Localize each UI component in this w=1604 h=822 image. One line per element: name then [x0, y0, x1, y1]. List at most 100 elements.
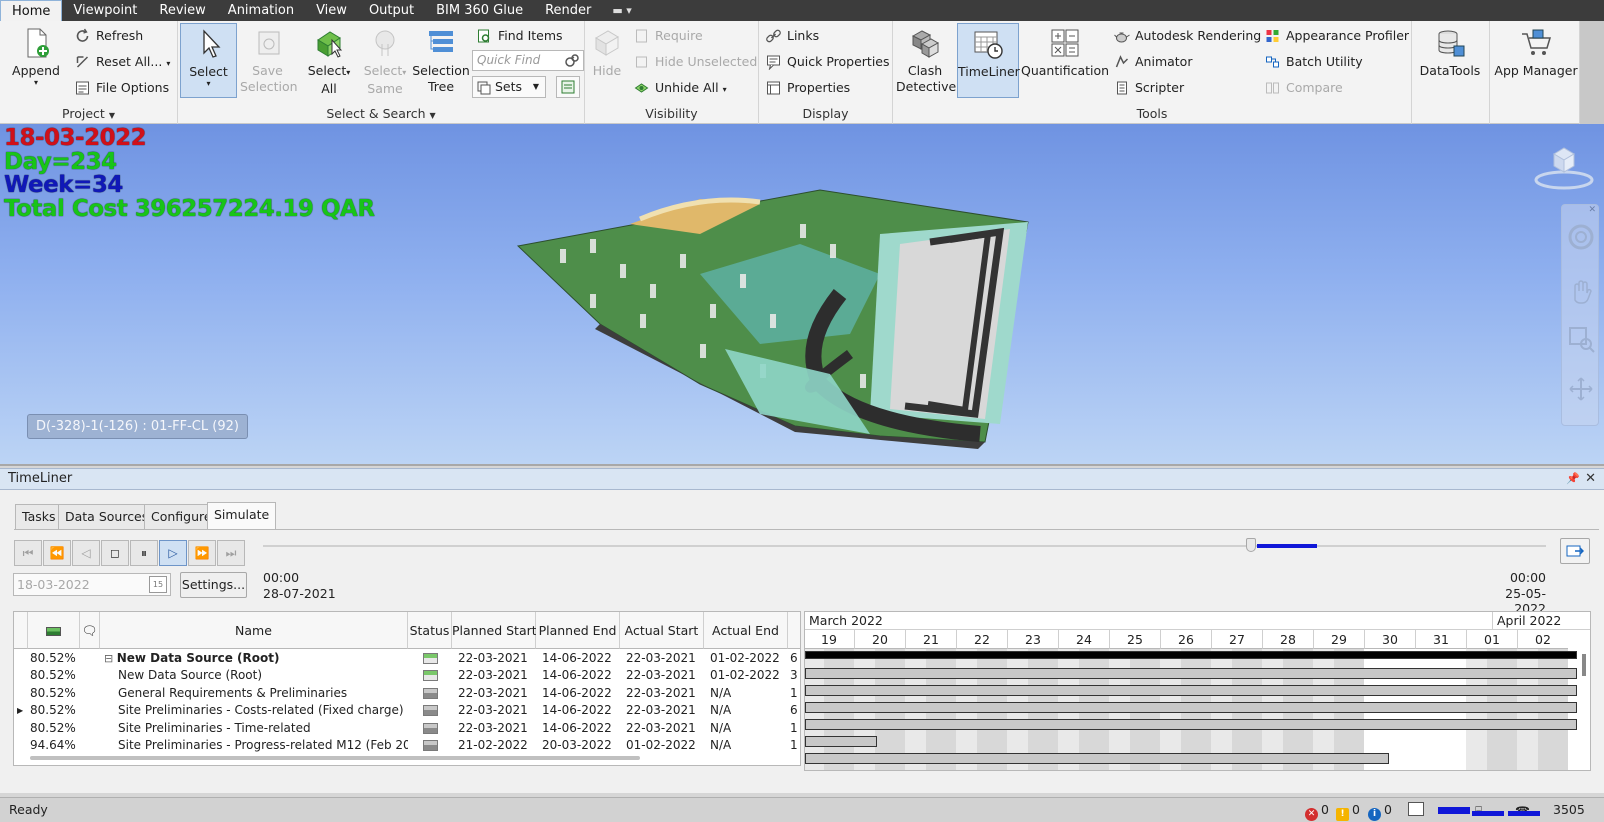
- table-row[interactable]: 80.52% ⊟ New Data Source (Root) 22-03-2021…: [14, 650, 800, 667]
- select-same-button[interactable]: Select▾ Same: [360, 23, 410, 98]
- progress-column-header[interactable]: [28, 612, 80, 649]
- gantt-task-bar[interactable]: [805, 719, 1577, 730]
- menu-view[interactable]: View: [305, 0, 358, 21]
- gantt-task-bar[interactable]: [805, 753, 1389, 764]
- hide-unselected-button[interactable]: Hide Unselected: [631, 51, 757, 73]
- error-count[interactable]: ✕ 0: [1305, 798, 1329, 822]
- reverse-play-button[interactable]: ◁: [72, 540, 100, 566]
- menu-render[interactable]: Render: [534, 0, 602, 21]
- manage-sets-button[interactable]: [556, 76, 580, 98]
- tab-data-sources[interactable]: Data Sources: [58, 504, 156, 529]
- extra-column-header[interactable]: [788, 612, 800, 649]
- simulation-date-input[interactable]: 18-03-2022 15: [13, 573, 171, 596]
- autodesk-rendering-button[interactable]: Autodesk Rendering: [1111, 25, 1261, 47]
- datatools-button[interactable]: DataTools: [1417, 23, 1483, 98]
- scripter-button[interactable]: Scripter: [1111, 77, 1184, 99]
- 3d-viewport[interactable]: 18-03-2022 Day=234 Week=34 Total Cost 39…: [0, 124, 1604, 466]
- animator-button[interactable]: Animator: [1111, 51, 1192, 73]
- properties-button[interactable]: Properties: [763, 77, 850, 99]
- forward-to-end-button[interactable]: ⏭: [217, 540, 245, 566]
- require-button[interactable]: Require: [631, 25, 703, 47]
- rewind-to-start-button[interactable]: ⏮: [14, 540, 42, 566]
- refresh-button[interactable]: Refresh: [72, 25, 143, 47]
- sets-icon: [477, 81, 491, 95]
- save-selection-button[interactable]: Save Selection: [240, 23, 298, 98]
- gantt-task-bar[interactable]: [805, 685, 1577, 696]
- gantt-task-bar[interactable]: [805, 668, 1577, 679]
- pause-button[interactable]: ⏸: [130, 540, 158, 566]
- table-row[interactable]: 80.52% New Data Source (Root) 22-03-2021 14…: [14, 667, 800, 684]
- clash-detective-button[interactable]: Clash Detective: [896, 23, 956, 98]
- task-grid-horizontal-scrollbar[interactable]: [30, 756, 640, 760]
- simulation-slider-thumb[interactable]: [1245, 538, 1256, 552]
- viewcube-icon[interactable]: [1534, 140, 1594, 190]
- unhide-all-button[interactable]: Unhide All ▾: [631, 77, 727, 99]
- planned-start-column-header[interactable]: Planned Start: [452, 612, 537, 649]
- step-forward-button[interactable]: ⏩: [188, 540, 216, 566]
- steering-wheel-icon[interactable]: [1567, 223, 1595, 251]
- gantt-vertical-scrollbar[interactable]: [1582, 654, 1586, 676]
- menu-home[interactable]: Home: [0, 0, 63, 21]
- sets-dropdown[interactable]: Sets ▼: [472, 76, 546, 98]
- actual-end-column-header[interactable]: Actual End: [704, 612, 788, 649]
- orbit-icon[interactable]: [1567, 375, 1595, 403]
- file-options-button[interactable]: File Options: [72, 77, 169, 99]
- pin-icon[interactable]: 📌: [1566, 469, 1580, 489]
- select-search-group-label[interactable]: Select & Search ▼: [178, 106, 584, 122]
- menu-animation[interactable]: Animation: [217, 0, 305, 21]
- quick-properties-button[interactable]: Quick Properties: [763, 51, 890, 73]
- tab-tasks[interactable]: Tasks: [15, 504, 63, 529]
- sheet-browser-icon[interactable]: [1408, 802, 1424, 816]
- planned-end-column-header[interactable]: Planned End: [536, 612, 620, 649]
- warning-count[interactable]: ! 0: [1336, 798, 1360, 822]
- menu-output[interactable]: Output: [358, 0, 425, 21]
- comments-column-header[interactable]: 🗨: [80, 612, 100, 649]
- select-button[interactable]: Select ▾: [180, 23, 237, 98]
- project-group-label[interactable]: Project ▼: [0, 106, 177, 122]
- hide-button[interactable]: Hide: [588, 23, 626, 98]
- play-button[interactable]: ▷: [159, 540, 187, 566]
- app-manager-button[interactable]: App Manager: [1494, 23, 1578, 98]
- binoculars-icon[interactable]: [564, 52, 580, 68]
- menu-bim360glue[interactable]: BIM 360 Glue: [425, 0, 534, 21]
- timeliner-button[interactable]: TimeLiner: [957, 23, 1020, 98]
- table-row[interactable]: 94.64% Site Preliminaries - Progress-rela…: [14, 737, 800, 754]
- compare-button[interactable]: Compare: [1262, 77, 1343, 99]
- actual-start-column-header[interactable]: Actual Start: [620, 612, 704, 649]
- tab-simulate[interactable]: Simulate: [207, 502, 277, 530]
- info-count[interactable]: i0: [1368, 798, 1392, 822]
- navbar-close-icon[interactable]: ✕: [1588, 205, 1596, 215]
- menu-viewpoint[interactable]: Viewpoint: [62, 0, 148, 21]
- timeliner-close-icon[interactable]: ✕: [1585, 469, 1596, 489]
- appearance-profiler-button[interactable]: Appearance Profiler: [1262, 25, 1409, 47]
- simulation-slider-track[interactable]: [263, 545, 1546, 547]
- settings-button[interactable]: Settings...: [180, 572, 247, 598]
- select-all-button[interactable]: Select▾ All: [303, 23, 355, 98]
- status-column-header[interactable]: Status: [408, 612, 452, 649]
- links-button[interactable]: Links: [763, 25, 819, 47]
- visibility-group-label: Visibility: [645, 106, 698, 121]
- quantification-button[interactable]: Quantification: [1021, 23, 1109, 98]
- export-animation-button[interactable]: [1560, 538, 1590, 564]
- append-button[interactable]: Append ▾: [6, 23, 66, 98]
- selection-tree-button[interactable]: Selection Tree: [411, 23, 471, 98]
- collapse-toggle-icon[interactable]: ⊟: [100, 652, 117, 665]
- gantt-task-bar[interactable]: [805, 736, 877, 747]
- gantt-task-bar[interactable]: [805, 702, 1577, 713]
- table-row[interactable]: 80.52% General Requirements & Preliminari…: [14, 685, 800, 702]
- calendar-icon[interactable]: 15: [149, 576, 167, 593]
- stop-button[interactable]: ◻: [101, 540, 129, 566]
- find-items-button[interactable]: Find Items: [474, 25, 563, 47]
- pan-hand-icon[interactable]: [1567, 277, 1595, 305]
- zoom-window-icon[interactable]: [1567, 325, 1595, 353]
- gantt-task-bar[interactable]: [805, 770, 1029, 771]
- quick-access-dropdown-icon[interactable]: ▬ ▾: [602, 0, 641, 21]
- name-column-header[interactable]: Name: [100, 612, 408, 649]
- table-row[interactable]: 80.52% Site Preliminaries - Time-related 2…: [14, 720, 800, 737]
- batch-utility-button[interactable]: Batch Utility: [1262, 51, 1363, 73]
- gantt-summary-bar[interactable]: [805, 651, 1577, 659]
- table-row[interactable]: ▶ 80.52% Site Preliminaries - Costs-relate…: [14, 702, 800, 719]
- step-back-button[interactable]: ⏪: [43, 540, 71, 566]
- menu-review[interactable]: Review: [148, 0, 216, 21]
- reset-all-button[interactable]: Reset All... ▾: [72, 51, 170, 73]
